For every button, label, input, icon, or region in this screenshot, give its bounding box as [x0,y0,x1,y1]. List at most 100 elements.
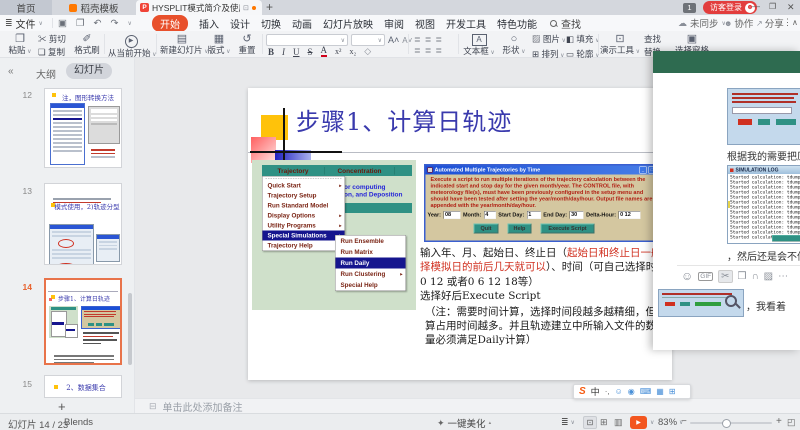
save-icon[interactable]: ▣ [58,18,67,29]
quick-access-more-icon[interactable]: ∨ [127,20,131,27]
undo-icon[interactable]: ↶ [94,18,102,29]
slide-thumbnail-12[interactable]: 注，图形转换方法 [44,88,122,168]
sidebar-scrollbar[interactable] [128,88,132,398]
presentation-tools-button[interactable]: ⊡ 演示工具 ∨ [600,33,640,57]
menu-tab-slideshow[interactable]: 幻灯片放映 [323,16,373,31]
mic-icon[interactable]: ◉ [628,387,635,396]
minimize-button[interactable]: — [752,2,760,11]
window-count-badge[interactable]: 1 [683,3,696,13]
play-options-icon[interactable]: ∨ [650,419,654,426]
shapes-button[interactable]: ○ 形状 ∨ [500,33,528,57]
guest-login-button[interactable]: 访客登录 ☻ [703,1,757,14]
fit-slide-icon[interactable]: ◰ [787,417,796,428]
sogou-logo[interactable]: S [579,386,586,397]
search-box[interactable]: 查找 [550,15,581,31]
tab-slides[interactable]: 幻灯片 [66,63,112,79]
headset-icon[interactable]: ∩ [751,271,758,282]
tab-docer-templates[interactable]: 稻壳模板 [54,0,134,15]
more-menu-icon[interactable]: ⋮ [783,17,792,28]
view-normal-button[interactable]: ⊡ [583,416,597,429]
cloud-sync-status[interactable]: ☁ 未同步 ∨ [678,15,726,31]
increase-font-icon[interactable]: A˄ [388,35,399,45]
paragraph-tools[interactable]: ≣≣≣ ≣≣≣ [414,34,446,56]
keyboard-icon[interactable]: ⌨ [640,387,652,396]
menu-tab-insert[interactable]: 插入 [199,16,219,31]
font-color-button[interactable]: A [321,46,328,57]
menu-tab-view[interactable]: 视图 [415,16,435,31]
share-button[interactable]: ↗ 分享 [756,15,784,31]
input-mode-chinese[interactable]: 中 [591,385,600,398]
ime-toolbar[interactable]: S 中 ·, ☺ ◉ ⌨ ▦ ⊞ [573,384,691,399]
new-slide-button[interactable]: ▤ 新建幻灯片 ∨ [160,33,204,57]
cut-button[interactable]: ✂ 剪切 [38,33,66,46]
slide-thumbnail-14[interactable]: 步骤1、计算日轨迹 [44,278,122,365]
paste-button[interactable]: ❐ 粘贴 ∨ [6,33,34,57]
font-size-select[interactable]: ∨ [351,34,385,46]
gif-icon[interactable]: GIF [698,272,713,281]
font-family-select[interactable]: ∨ [266,34,348,46]
zoom-slider-knob[interactable] [722,419,731,428]
collaborate-button[interactable]: ☻ 协作 [724,15,753,31]
superscript-button[interactable]: x² [335,47,341,56]
format-painter-button[interactable]: ✐ 格式刷 [72,33,102,55]
tab-home[interactable]: 首页 [0,0,52,15]
subscript-button[interactable]: x₂ [349,47,356,56]
chat-image-message[interactable] [727,88,800,145]
find-button[interactable]: 查找 [644,33,667,46]
reset-button[interactable]: ↺ 重置 [234,33,260,55]
close-button[interactable]: ✕ [787,2,795,13]
strikethrough-button[interactable]: S [308,47,313,57]
menu-tab-animation[interactable]: 动画 [292,16,312,31]
slide-thumbnail-15[interactable]: 2、数据集合 [44,375,122,398]
italic-button[interactable]: I [282,47,285,57]
zoom-slider-track[interactable] [690,422,772,424]
zoom-in-icon[interactable]: + [776,416,782,427]
layout-button[interactable]: ▦ 版式 ∨ [206,33,232,57]
slide[interactable]: 步骤1、计算日轨迹 or computing on, and Depositio… [248,88,672,380]
menu-tab-transitions[interactable]: 切换 [261,16,281,31]
skin-icon[interactable]: ▦ [656,387,664,396]
chat-input-text[interactable]: ，我看着 [746,298,786,313]
slide-thumbnail-13[interactable]: 模式使用，2)轨迹分型 [44,183,122,265]
emoji-icon[interactable]: ☺ [681,269,693,283]
menu-tab-features[interactable]: 特色功能 [497,16,537,31]
notes-toggle[interactable]: ≣∨ [561,417,575,428]
image-icon[interactable]: ▨ [764,271,773,282]
theme-name[interactable]: Blends [64,417,93,428]
collapse-ribbon-icon[interactable]: ∧ [792,18,798,27]
beautify-button[interactable]: ✦ 一键美化 ▴ [437,416,491,430]
picture-button[interactable]: ▨ 图片 ∨ [532,33,566,48]
underline-button[interactable]: U [293,47,300,57]
add-slide-button[interactable]: + [58,399,66,414]
play-from-current-button[interactable]: ▶ 从当前开始 ∨ [108,33,154,60]
redo-icon[interactable]: ↷ [110,18,118,29]
file-folder-icon[interactable]: ❒ [738,271,747,282]
present-mode-icon[interactable]: ⊡ [243,4,249,12]
fill-button[interactable]: ◧ 填充 ∨ [566,33,599,48]
text-effect-icon[interactable]: ◇ [364,46,371,57]
menu-tab-review[interactable]: 审阅 [384,16,404,31]
more-tools-icon[interactable]: ⋯ [778,271,788,282]
view-sorter-button[interactable]: ⊞ [600,417,608,428]
textbox-button[interactable]: A 文本框 ∨ [462,33,496,58]
zoom-level[interactable]: 83%∨ [658,417,683,428]
chat-input-thumbnail[interactable] [658,289,744,317]
chat-window[interactable]: 根据我的需要把原来的 SIMULATION LOG Started calcul… [653,51,800,350]
scrollbar-thumb[interactable] [128,293,132,365]
tab-document[interactable]: P HYSPLIT模式简介及使用(第) ⊡ [136,0,262,15]
menu-tab-home[interactable]: 开始 [152,15,188,32]
file-menu[interactable]: ≣ 文件 ∨ [5,15,43,31]
screenshot-scissors-icon[interactable]: ✂ [718,270,732,283]
menu-tab-design[interactable]: 设计 [230,16,250,31]
slideshow-play-button[interactable]: ▶ [630,416,647,429]
print-icon[interactable]: ❐ [76,18,85,29]
menu-tab-devtools[interactable]: 开发工具 [446,16,486,31]
notes-bar[interactable]: ⊟ 单击此处添加备注 [135,398,800,413]
maximize-restore-button[interactable]: ❐ [769,2,776,11]
simulation-log-screenshot[interactable]: SIMULATION LOG Started calculation: tdum… [727,165,800,244]
punctuation-icon[interactable]: ·, [605,387,610,396]
collapse-panel-icon[interactable]: « [8,66,14,77]
chat-header[interactable] [653,51,800,73]
tab-outline[interactable]: 大纲 [36,66,56,81]
bold-button[interactable]: B [268,47,274,57]
